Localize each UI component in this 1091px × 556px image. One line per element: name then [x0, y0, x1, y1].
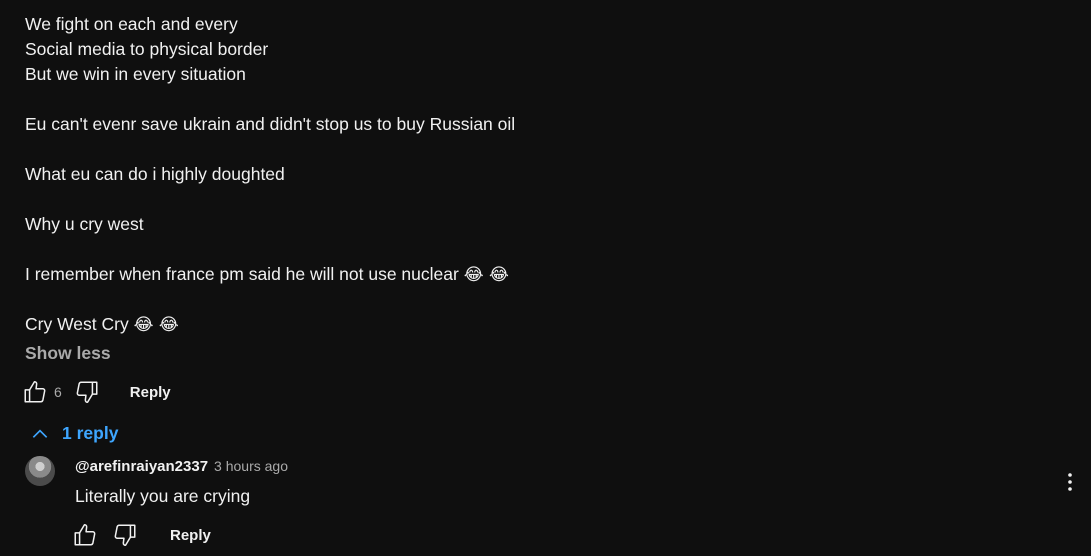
replies-count-label: 1 reply — [62, 423, 119, 443]
more-actions-button[interactable] — [1058, 470, 1082, 494]
reply-dislike-button[interactable] — [112, 522, 138, 548]
reply-body: Literally you are crying — [75, 486, 251, 506]
comment-body: We fight on each and every Social media … — [25, 12, 1025, 337]
reply-header: @arefinraiyan2337 3 hours ago — [75, 458, 288, 475]
comment-line-text: Cry West Cry — [25, 314, 129, 334]
thumbs-down-icon — [76, 381, 98, 404]
comment-line-gap — [25, 237, 1025, 262]
more-vertical-icon — [1068, 473, 1072, 491]
comment-actions: 6 Reply — [22, 379, 171, 405]
like-button[interactable] — [22, 379, 48, 405]
hide-replies-button[interactable]: 1 reply — [30, 423, 118, 444]
comment-line: Why u cry west — [25, 214, 144, 234]
reply-like-button[interactable] — [72, 522, 98, 548]
laughing-emoji: 😂 😂 — [133, 315, 179, 335]
reply-author[interactable]: @arefinraiyan2337 — [75, 458, 208, 475]
comment-line: But we win in every situation — [25, 64, 246, 84]
comment-line-gap — [25, 137, 1025, 162]
dislike-button[interactable] — [74, 379, 100, 405]
reply-button[interactable]: Reply — [130, 384, 171, 401]
comment-line: Eu can't evenr save ukrain and didn't st… — [25, 114, 516, 134]
chevron-up-icon — [32, 428, 48, 438]
show-less-button[interactable]: Show less — [25, 343, 111, 364]
comment-line-gap — [25, 87, 1025, 112]
thumbs-down-icon — [114, 524, 136, 547]
reply-reply-button[interactable]: Reply — [170, 527, 211, 544]
comment-line: We fight on each and every — [25, 14, 238, 34]
comment-line: What eu can do i highly doughted — [25, 164, 285, 184]
reply-timestamp[interactable]: 3 hours ago — [214, 458, 288, 474]
thumbs-up-icon — [74, 523, 96, 546]
comment-line-gap — [25, 287, 1025, 312]
like-count: 6 — [54, 384, 62, 400]
reply-actions: Reply — [72, 522, 211, 548]
thumbs-up-icon — [24, 380, 46, 403]
comment-line-text: I remember when france pm said he will n… — [25, 264, 459, 284]
laughing-emoji: 😂 😂 — [463, 265, 509, 285]
comment-line-cry: Cry West Cry 😂 😂 — [25, 312, 1025, 337]
comment-line: Social media to physical border — [25, 39, 269, 59]
avatar[interactable] — [25, 456, 55, 486]
comment-line-gap — [25, 187, 1025, 212]
comment-line-nuclear: I remember when france pm said he will n… — [25, 262, 1025, 287]
